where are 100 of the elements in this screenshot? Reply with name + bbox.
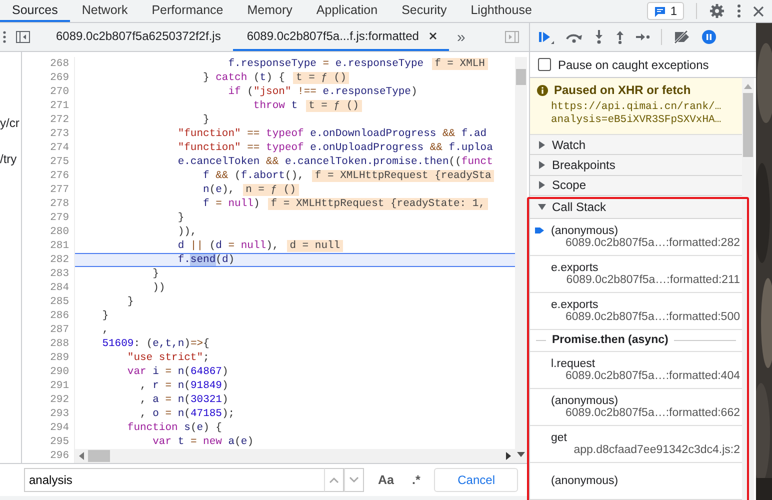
panel-tab[interactable]: Lighthouse: [458, 0, 544, 22]
sidebar-toggle-icon[interactable]: [16, 31, 30, 43]
scroll-left-icon[interactable]: [79, 452, 84, 460]
paused-title: Paused on XHR or fetch: [554, 83, 691, 97]
step-into-icon[interactable]: [594, 30, 604, 44]
code-line: "function" == typeof e.onUploadProgress && f.uploa: [176, 142, 493, 154]
inline-value: n = ƒ (): [242, 184, 299, 196]
code-line: d || (d = null),: [176, 240, 279, 252]
code-line: , o = n(47185);: [139, 408, 235, 420]
scrollbar-thumb[interactable]: [88, 450, 110, 462]
line-number: 283: [49, 267, 70, 281]
line-number: 290: [49, 365, 70, 379]
issues-badge[interactable]: 1: [647, 2, 684, 20]
line-number: 291: [49, 379, 70, 393]
line-number: 293: [49, 407, 70, 421]
scrollbar-thumb[interactable]: [743, 93, 753, 157]
line-number: 295: [49, 435, 70, 449]
code-line: }: [152, 268, 159, 280]
deactivate-breakpoints-icon[interactable]: [673, 30, 691, 44]
line-number: 278: [49, 197, 70, 211]
code-line: "function" == typeof e.onDownloadProgress && f.ad: [176, 128, 487, 140]
drag-handle-icon[interactable]: [3, 31, 6, 43]
code-line: 51609: (e,t,n)=>{: [101, 338, 210, 350]
resume-icon[interactable]: [538, 30, 554, 44]
section-header[interactable]: Scope: [530, 176, 742, 196]
inline-value: f = XMLHttpRequest {readyState: 1,: [268, 198, 488, 210]
code-line: "use strict";: [126, 352, 210, 364]
code-line: , r = n(91849): [139, 380, 228, 392]
line-number: 285: [49, 295, 70, 309]
section-header[interactable]: Breakpoints: [530, 155, 742, 176]
collapsed-triangle-icon: [538, 140, 546, 149]
line-number: 272: [49, 113, 70, 127]
code-line: if ("json" !== e.responseType): [227, 86, 418, 98]
horizontal-scrollbar[interactable]: [75, 449, 515, 463]
line-number: 294: [49, 421, 70, 435]
file-tree-item[interactable]: try/: [0, 152, 21, 166]
step-icon[interactable]: [636, 32, 650, 42]
inline-value: t = ƒ (): [306, 100, 362, 112]
inline-value: d = null: [286, 240, 344, 252]
async-separator-label: Promise.then (async): [552, 334, 668, 346]
code-line: ,: [101, 324, 109, 336]
code-line: }: [202, 114, 210, 126]
checkbox[interactable]: [538, 58, 551, 71]
file-tab[interactable]: 6089.0c2b807f5a6250372f2f.js: [42, 23, 233, 51]
collapsed-triangle-icon: [538, 160, 546, 169]
code-line: throw t: [252, 100, 298, 112]
panel-tab[interactable]: Security: [390, 0, 459, 22]
code-line: }: [126, 296, 134, 308]
chevron-up-icon: [329, 477, 339, 483]
code-line: )): [152, 282, 166, 294]
line-number: 289: [49, 351, 70, 365]
inline-value: t = ƒ (): [292, 72, 350, 84]
code-line: f = null): [202, 198, 260, 210]
step-out-icon[interactable]: [615, 30, 625, 44]
paused-url: analysis=eB5iXVR3SFpSXVxHA…: [550, 114, 722, 127]
line-number: 282: [49, 253, 70, 267]
checkbox-label: Pause on caught exceptions: [558, 58, 709, 72]
scroll-down-icon[interactable]: [517, 452, 525, 457]
regex-button[interactable]: .*: [408, 473, 424, 487]
line-number: 286: [49, 309, 70, 323]
line-number: 276: [49, 169, 70, 183]
line-number: 284: [49, 281, 70, 295]
panel-tab[interactable]: Network: [70, 0, 140, 22]
code-line: var i = n(64867): [126, 366, 228, 378]
scroll-right-icon[interactable]: [506, 452, 511, 460]
expanded-triangle-icon: [538, 202, 546, 211]
code-line: } catch (t) {: [202, 72, 285, 84]
close-icon[interactable]: [428, 32, 437, 40]
match-case-button[interactable]: Aa: [374, 473, 398, 487]
more-icon[interactable]: [737, 4, 741, 18]
paused-url: https://api.qimai.cn/rank/…: [550, 101, 722, 114]
code-line: , a = n(30321): [139, 394, 228, 406]
code-line: f.send(d): [176, 254, 235, 266]
inline-value: f = XMLHttpRequest {readySta: [312, 170, 494, 182]
code-line: }: [101, 310, 109, 322]
search-field[interactable]: analysis: [24, 468, 324, 492]
line-number: 270: [49, 85, 70, 99]
panel-tab[interactable]: Performance: [140, 0, 236, 22]
more-tabs-button[interactable]: »: [448, 23, 474, 51]
line-number: 274: [49, 141, 70, 155]
file-tree-item[interactable]: y/cr: [0, 116, 21, 130]
code-line: f.responseType = e.responseType: [227, 58, 424, 70]
close-icon[interactable]: [753, 6, 764, 16]
code-line: }: [176, 212, 184, 224]
line-number: 296: [49, 449, 70, 463]
code-line: function s(e) {: [126, 422, 222, 434]
cancel-button[interactable]: Cancel: [434, 468, 518, 492]
line-number: 279: [49, 211, 70, 225]
section-header[interactable]: Watch: [530, 135, 742, 156]
panel-tab[interactable]: Memory: [235, 0, 304, 22]
vertical-scrollbar[interactable]: [515, 57, 527, 463]
pause-on-exceptions-icon[interactable]: [702, 30, 716, 44]
info-icon: [537, 84, 548, 96]
scrollbar-thumb[interactable]: [516, 69, 526, 85]
panel-tab[interactable]: Application: [304, 0, 390, 22]
settings-icon[interactable]: [709, 3, 725, 19]
line-number: 268: [49, 57, 70, 71]
panel-toggle-icon[interactable]: [505, 31, 519, 43]
message-icon: [654, 6, 666, 16]
code-line: e.cancelToken && e.cancelToken.promise.then((funct: [176, 156, 493, 168]
